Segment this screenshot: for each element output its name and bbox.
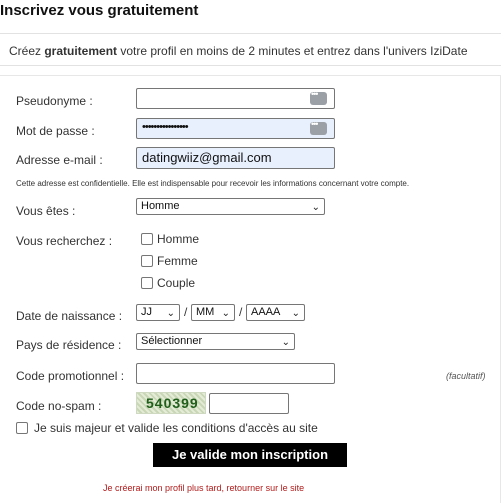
vous-etes-select[interactable]: Homme ⌄ [136,198,325,215]
password-label: Mot de passe : [16,124,95,138]
date-separator: / [184,305,188,319]
code-nospam-label: Code no-spam : [16,399,102,413]
pays-label: Pays de résidence : [16,338,122,352]
checkbox[interactable] [141,233,153,245]
chevron-down-icon: ⌄ [166,308,175,319]
majeur-checkbox[interactable] [16,422,28,434]
email-value: datingwiiz@gmail.com [142,150,272,165]
intro-text-end: votre profil en moins de 2 minutes et en… [117,44,468,58]
password-input[interactable]: •••••••••••••••• [136,118,335,139]
registration-form [0,75,501,503]
intro-box: Créez gratuitement votre profil en moins… [0,33,501,66]
intro-text-start: Créez [9,44,45,58]
mois-select[interactable]: MM ⌄ [191,304,235,321]
chevron-down-icon: ⌄ [221,308,230,319]
checkbox[interactable] [141,255,153,267]
majeur-checkbox-row[interactable]: Je suis majeur et valide les conditions … [16,421,318,435]
intro-text: Créez gratuitement votre profil en moins… [9,44,468,58]
majeur-label: Je suis majeur et valide les conditions … [34,421,318,435]
password-manager-icon[interactable] [310,119,327,135]
option-label: Homme [157,232,200,246]
option-label: Femme [157,254,198,268]
intro-text-bold: gratuitement [44,44,118,58]
code-promo-label: Code promotionnel : [16,369,125,383]
pays-value: Sélectionner [141,335,203,347]
pseudonyme-input[interactable] [136,88,335,109]
jour-value: JJ [141,306,152,318]
date-naissance-label: Date de naissance : [16,309,123,323]
recherchez-option-couple[interactable]: Couple [141,276,195,290]
email-label: Adresse e-mail : [16,153,103,167]
recherchez-label: Vous recherchez : [16,234,113,248]
chevron-down-icon: ⌄ [291,308,300,319]
annee-select[interactable]: AAAA ⌄ [246,304,305,321]
recherchez-option-femme[interactable]: Femme [141,254,198,268]
code-nospam-input[interactable] [209,393,289,414]
captcha-code: 540399 [146,395,199,411]
chevron-down-icon: ⌄ [281,337,290,348]
mois-value: MM [196,306,215,318]
captcha-image: 540399 [136,392,206,414]
facultatif-hint: (facultatif) [446,371,486,381]
email-note: Cette adresse est confidentielle. Elle e… [16,179,410,188]
page-title: Inscrivez vous gratuitement [0,2,199,19]
pseudonyme-label: Pseudonyme : [16,94,93,108]
vous-etes-value: Homme [141,200,180,212]
password-value: •••••••••••••••• [142,121,189,133]
submit-button[interactable]: Je valide mon inscription [153,443,347,467]
pays-select[interactable]: Sélectionner ⌄ [136,333,295,350]
recherchez-option-homme[interactable]: Homme [141,232,199,246]
later-link[interactable]: Je créerai mon profil plus tard, retourn… [103,483,304,493]
checkbox[interactable] [141,277,153,289]
vous-etes-label: Vous êtes : [16,204,76,218]
email-input[interactable]: datingwiiz@gmail.com [136,147,335,169]
option-label: Couple [157,276,196,290]
annee-value: AAAA [251,306,281,318]
password-manager-icon[interactable] [310,89,327,105]
code-promo-input[interactable] [136,363,335,384]
date-separator: / [239,305,243,319]
jour-select[interactable]: JJ ⌄ [136,304,180,321]
chevron-down-icon: ⌄ [311,202,320,213]
